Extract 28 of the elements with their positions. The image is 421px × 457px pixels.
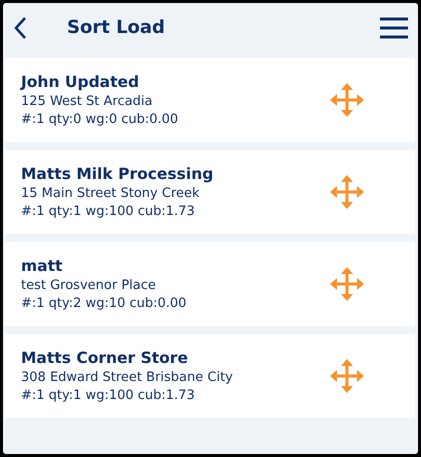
stop-card[interactable]: John Updated 125 West St Arcadia #:1 qty:0 wg:0 cub:0.00 [5, 58, 415, 142]
back-icon [13, 16, 27, 40]
drag-handle[interactable] [329, 358, 365, 394]
stop-card[interactable]: matt test Grosvenor Place #:1 qty:2 wg:10 cub:0.00 [5, 242, 415, 326]
move-icon [329, 82, 365, 118]
stop-card[interactable]: Matts Corner Store 308 Edward Street Brisbane City #:1 qty:1 wg:100 cub:1.73 [5, 334, 415, 418]
stop-name: Matts Corner Store [21, 349, 189, 367]
stop-name: Matts Milk Processing [21, 165, 214, 183]
stop-address: 308 Edward Street Brisbane City [21, 370, 234, 385]
stop-summary: #:1 qty:2 wg:10 cub:0.00 [21, 296, 188, 311]
menu-icon [380, 16, 408, 38]
menu-button[interactable] [380, 16, 408, 38]
drag-handle[interactable] [329, 82, 365, 118]
stop-summary: #:1 qty:1 wg:100 cub:1.73 [21, 388, 196, 403]
page-title: Sort Load [67, 17, 166, 38]
drag-handle[interactable] [329, 174, 365, 210]
stop-address: test Grosvenor Place [21, 278, 157, 293]
stop-name: matt [21, 257, 64, 275]
stop-name: John Updated [21, 73, 140, 91]
move-icon [329, 266, 365, 302]
stop-card[interactable]: Matts Milk Processing 15 Main Street Stony Creek #:1 qty:1 wg:100 cub:1.73 [5, 150, 415, 234]
stop-summary: #:1 qty:0 wg:0 cub:0.00 [21, 112, 180, 127]
move-icon [329, 174, 365, 210]
drag-handle[interactable] [329, 266, 365, 302]
stop-address: 15 Main Street Stony Creek [21, 186, 201, 201]
stop-address: 125 West St Arcadia [21, 94, 154, 109]
move-icon [329, 358, 365, 394]
stop-summary: #:1 qty:1 wg:100 cub:1.73 [21, 204, 196, 219]
